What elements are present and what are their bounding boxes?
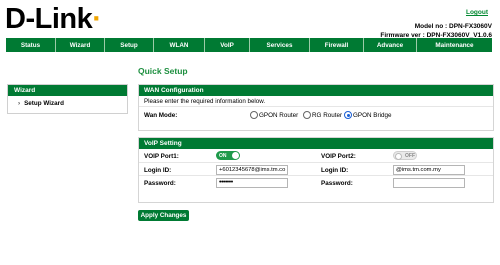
sidebar-item-setup-wizard[interactable]: › Setup Wizard: [8, 100, 127, 107]
port2-login-label: Login ID:: [321, 166, 349, 174]
radio-rg-router[interactable]: RG Router: [303, 111, 342, 119]
radio-circle: [303, 111, 311, 119]
voip-port1-label: VOIP Port1:: [144, 153, 179, 160]
main-nav: Status Wizard Setup WLAN VoIP Services F…: [6, 38, 492, 52]
port1-password-label: Password:: [144, 180, 176, 187]
logout-link[interactable]: Logout: [466, 9, 488, 16]
nav-wlan[interactable]: WLAN: [154, 38, 205, 52]
voip-panel-title: VoIP Setting: [139, 138, 493, 149]
port2-password-label: Password:: [321, 180, 353, 187]
wan-configuration-panel: WAN Configuration Please enter the requi…: [138, 84, 494, 131]
radio-circle: [250, 111, 258, 119]
sidebar-title: Wizard: [8, 85, 127, 96]
nav-voip[interactable]: VoIP: [205, 38, 250, 52]
dlink-logo: D-Link·: [5, 3, 102, 35]
sidebar: Wizard › Setup Wizard: [7, 84, 128, 114]
nav-setup[interactable]: Setup: [105, 38, 154, 52]
voip-port2-label: VOIP Port2:: [321, 153, 356, 160]
wan-panel-title: WAN Configuration: [139, 85, 493, 96]
sidebar-item-label: Setup Wizard: [24, 100, 64, 107]
voip-port2-toggle[interactable]: OFF: [393, 151, 417, 160]
password-row: Password: ••••••• Password:: [139, 176, 493, 190]
port1-password-input[interactable]: •••••••: [216, 178, 288, 188]
page-title: Quick Setup: [138, 66, 188, 76]
nav-wizard[interactable]: Wizard: [56, 38, 105, 52]
nav-status[interactable]: Status: [6, 38, 56, 52]
port1-login-label: Login ID:: [144, 166, 172, 174]
port1-login-input[interactable]: +6012345678@ims.tm.co: [216, 164, 288, 175]
model-number: Model no : DPN-FX3060V: [414, 23, 492, 30]
voip-setting-panel: VoIP Setting VOIP Port1: ON VOIP Port2: …: [138, 137, 494, 203]
voip-port1-toggle[interactable]: ON: [216, 151, 240, 160]
radio-circle-selected: [344, 111, 352, 119]
port2-login-input[interactable]: @ims.tm.com.my: [393, 164, 465, 175]
radio-gpon-router[interactable]: GPON Router: [250, 111, 298, 119]
wan-mode-label: Wan Mode:: [144, 112, 178, 119]
voip-port-row: VOIP Port1: ON VOIP Port2: OFF: [139, 149, 493, 163]
radio-gpon-bridge[interactable]: GPON Bridge: [344, 111, 392, 119]
nav-firewall[interactable]: Firewall: [310, 38, 364, 52]
chevron-right-icon: ›: [18, 100, 21, 107]
login-id-row: Login ID: +6012345678@ims.tm.co Login ID…: [139, 163, 493, 176]
nav-advance[interactable]: Advance: [364, 38, 417, 52]
nav-services[interactable]: Services: [250, 38, 310, 52]
wan-description: Please enter the required information be…: [139, 96, 493, 107]
wan-mode-row: Wan Mode: GPON Router RG Router GPON Bri…: [139, 107, 493, 124]
apply-changes-button[interactable]: Apply Changes: [138, 210, 189, 221]
nav-maintenance[interactable]: Maintenance: [417, 38, 492, 52]
port2-password-input[interactable]: [393, 178, 465, 188]
